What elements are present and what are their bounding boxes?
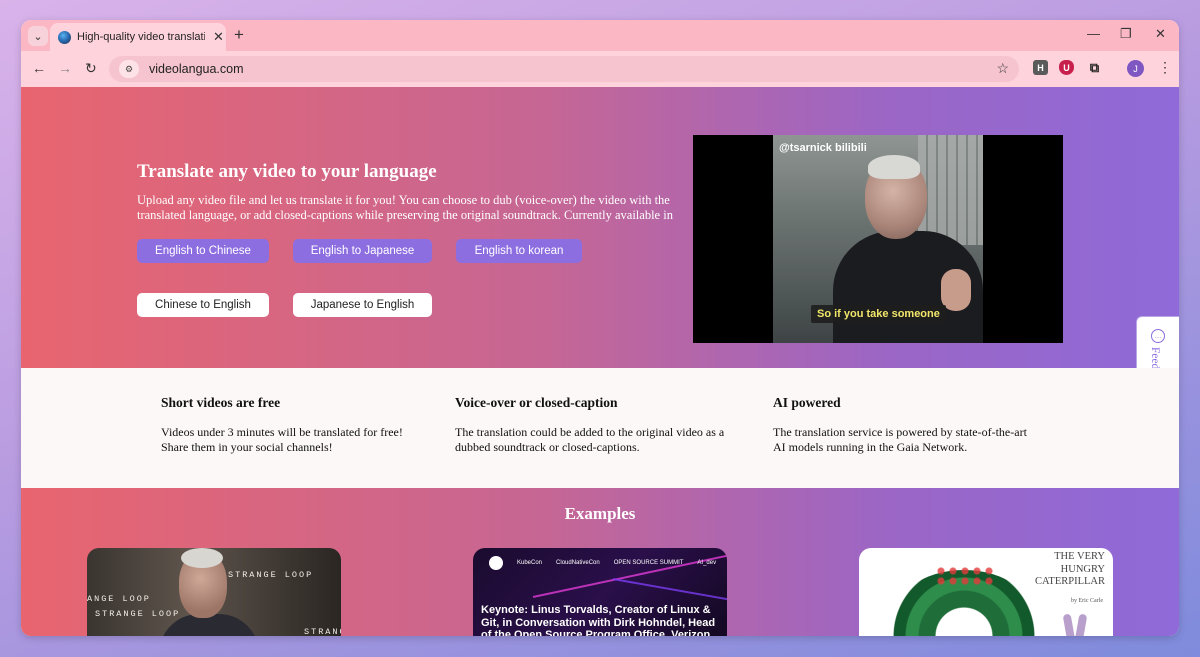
examples-title: Examples <box>564 504 636 523</box>
bookmark-star-icon[interactable]: ☆ <box>996 60 1009 77</box>
more-menu-icon[interactable]: ⋮ <box>1158 59 1172 76</box>
feature-description: Videos under 3 minutes will be translate… <box>161 425 403 454</box>
hero-description: Upload any video file and let us transla… <box>137 193 673 222</box>
ublock-shield-icon[interactable]: U <box>1059 60 1074 75</box>
browser-toolbar: ← → ↻ ⚙ videolangua.com ☆ H U ⧉ J ⋮ <box>21 51 1179 87</box>
strange-loop-text: ANGE LOOP <box>87 594 151 604</box>
light-beam <box>612 578 727 605</box>
tab-search-icon[interactable]: ⌄ <box>28 26 48 46</box>
antenna-shape <box>1074 613 1088 636</box>
book-title: THE VERY HUNGRY CATERPILLAR <box>1035 551 1106 587</box>
logo-text: CloudNativeCon <box>556 560 600 566</box>
extensions-puzzle-icon[interactable]: ⧉ <box>1087 60 1102 75</box>
logo-text: KubeCon <box>517 560 543 566</box>
feature-title: Short videos are free <box>161 395 281 410</box>
site-favicon-icon <box>58 30 71 44</box>
antenna-shape <box>1062 613 1076 636</box>
strange-loop-text: STRANG <box>304 627 341 636</box>
profile-avatar[interactable]: J <box>1127 60 1144 77</box>
chinese-to-english-button[interactable]: Chinese to English <box>137 293 269 317</box>
video-watermark: @tsarnick bilibili <box>779 142 867 154</box>
reload-icon[interactable]: ↻ <box>85 60 97 77</box>
feature-title: Voice-over or closed-caption <box>455 395 618 410</box>
examples-section: Examples STRANGE LOOP ANGE LOOP STRANGE … <box>21 488 1179 636</box>
page-content: Translate any video to your language Upl… <box>21 87 1179 636</box>
example-card-strange-loop[interactable]: STRANGE LOOP ANGE LOOP STRANGE LOOP STRA… <box>87 548 341 636</box>
english-to-korean-button[interactable]: English to korean <box>456 239 582 263</box>
restore-button[interactable]: ❐ <box>1120 26 1132 42</box>
tab-title: High-quality video translation <box>77 31 205 43</box>
hero-section: Translate any video to your language Upl… <box>21 87 1179 368</box>
hero-title: Translate any video to your language <box>137 161 437 182</box>
strange-loop-text: STRANGE LOOP <box>228 570 314 580</box>
feedback-chat-icon: … <box>1151 329 1165 343</box>
demo-video-player[interactable]: @tsarnick bilibili So if you take someon… <box>693 135 1063 343</box>
strange-loop-text: STRANGE LOOP <box>95 609 181 619</box>
features-section: Short videos are free Videos under 3 min… <box>21 368 1179 488</box>
tab-strip: ⌄ High-quality video translation ✕ + — ❐… <box>21 20 1179 51</box>
logo-text: OPEN SOURCE SUMMIT <box>613 560 684 566</box>
site-info-icon[interactable]: ⚙ <box>119 60 139 78</box>
back-arrow-icon[interactable]: ← <box>32 60 46 76</box>
english-to-chinese-button[interactable]: English to Chinese <box>137 239 269 263</box>
new-tab-button[interactable]: + <box>234 25 244 45</box>
example-card-linus-keynote[interactable]: KubeCon CloudNativeCon OPEN SOURCE SUMMI… <box>473 548 727 636</box>
kubecon-logo-icon <box>489 556 503 570</box>
feature-free: Short videos are free Videos under 3 min… <box>161 395 441 454</box>
speaker-hair <box>868 155 920 179</box>
forward-arrow-icon[interactable]: → <box>58 60 72 76</box>
logo-text: AI_dev <box>697 560 717 566</box>
close-window-button[interactable]: ✕ <box>1155 26 1166 42</box>
url-text: videolangua.com <box>149 62 244 76</box>
feature-title: AI powered <box>773 395 841 410</box>
feature-description: The translation service is powered by st… <box>773 425 1027 454</box>
conference-logos: KubeCon CloudNativeCon OPEN SOURCE SUMMI… <box>489 556 716 570</box>
address-bar[interactable]: ⚙ videolangua.com ☆ <box>109 56 1019 82</box>
book-author: by Eric Carle <box>1071 598 1103 604</box>
example-card-hungry-caterpillar[interactable]: THE VERY HUNGRY CATERPILLAR by Eric Carl… <box>859 548 1113 636</box>
speaker-hair <box>181 548 223 568</box>
tab-active[interactable]: High-quality video translation ✕ <box>50 23 226 51</box>
feature-ai: AI powered The translation service is po… <box>773 395 1053 454</box>
caterpillar-dots <box>935 566 995 586</box>
feature-voiceover: Voice-over or closed-caption The transla… <box>455 395 735 454</box>
video-caption: Keynote: Linus Torvalds, Creator of Linu… <box>481 604 716 636</box>
minimize-button[interactable]: — <box>1087 26 1100 41</box>
browser-window: ⌄ High-quality video translation ✕ + — ❐… <box>21 20 1179 636</box>
video-subtitle: So if you take someone <box>811 305 946 323</box>
feature-description: The translation could be added to the or… <box>455 425 725 454</box>
building-background <box>918 135 983 245</box>
tab-close-icon[interactable]: ✕ <box>213 29 224 45</box>
extension-h-icon[interactable]: H <box>1033 60 1048 75</box>
japanese-to-english-button[interactable]: Japanese to English <box>293 293 432 317</box>
english-to-japanese-button[interactable]: English to Japanese <box>293 239 432 263</box>
